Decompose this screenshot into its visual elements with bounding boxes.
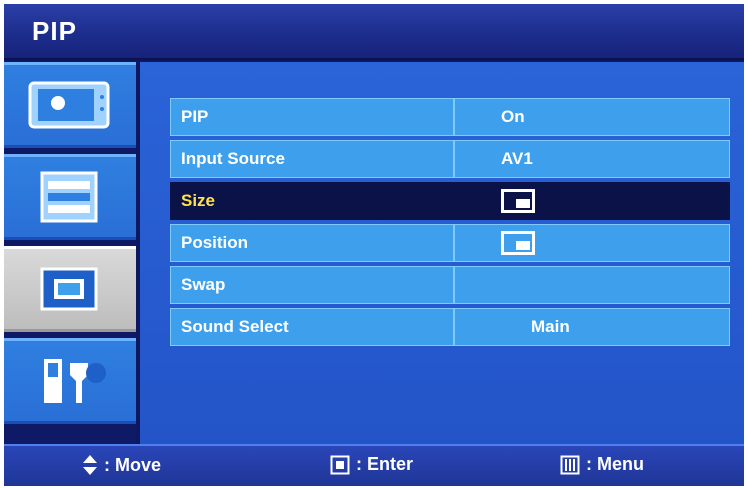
hint-enter: : Enter (330, 454, 413, 475)
row-divider (453, 183, 455, 219)
setup-tools-icon (44, 359, 106, 403)
row-divider (453, 267, 455, 303)
menu-row-position[interactable]: Position (170, 224, 730, 262)
menu-row-value: On (501, 107, 525, 126)
menu-button-icon (560, 455, 580, 474)
pip-size-icon (501, 189, 535, 213)
menu-row-label: Sound Select (181, 317, 289, 336)
hint-menu: : Menu (560, 454, 644, 475)
enter-button-icon (330, 455, 350, 474)
menu-row-input-source[interactable]: Input Source AV1 (170, 140, 730, 178)
footer-hints: : Move : Enter : Menu (4, 444, 744, 486)
hint-menu-label: : Menu (586, 454, 644, 474)
menu-row-value: Main (531, 317, 570, 336)
sidebar-item-setup[interactable] (4, 338, 136, 424)
pip-settings-table: PIP On Input Source AV1 Size Position Sw… (170, 98, 730, 350)
category-sidebar (4, 62, 136, 444)
menu-row-label: Size (181, 191, 216, 210)
hint-move: : Move (82, 454, 161, 476)
menu-title: PIP (32, 16, 77, 46)
row-divider (453, 141, 455, 177)
row-divider (453, 225, 455, 261)
menu-row-label: Position (181, 233, 249, 252)
sidebar-item-picture[interactable] (4, 62, 136, 148)
menu-row-size[interactable]: Size (170, 182, 730, 220)
row-divider (453, 309, 455, 345)
menu-panel: PIP On Input Source AV1 Size Position Sw… (140, 62, 744, 444)
pip-icon (40, 267, 98, 311)
pip-osd-window: PIP PIP On Input Source AV1 Size Positio… (4, 4, 744, 486)
menu-row-label: Input Source (181, 149, 285, 168)
hint-move-label: : Move (104, 454, 162, 475)
sidebar-item-pip[interactable] (4, 246, 136, 332)
sound-settings-icon (40, 171, 98, 223)
menu-row-pip[interactable]: PIP On (170, 98, 730, 136)
menu-row-sound-select[interactable]: Sound Select Main (170, 308, 730, 346)
hint-enter-label: : Enter (356, 454, 414, 474)
sidebar-item-sound[interactable] (4, 154, 136, 240)
menu-row-value: AV1 (501, 149, 533, 168)
menu-row-swap[interactable]: Swap (170, 266, 730, 304)
menu-row-label: PIP (181, 107, 209, 126)
title-bar: PIP (4, 4, 744, 60)
picture-settings-icon (28, 81, 110, 129)
row-divider (453, 99, 455, 135)
up-down-arrow-icon (83, 455, 97, 475)
pip-position-icon (501, 231, 535, 255)
menu-row-label: Swap (181, 275, 226, 294)
